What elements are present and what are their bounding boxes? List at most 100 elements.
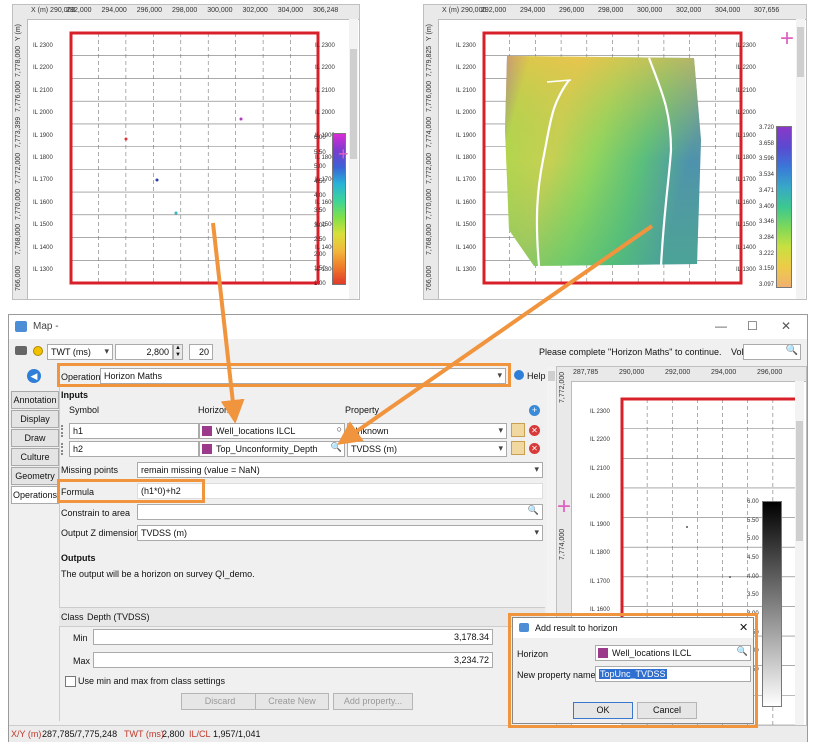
camera-icon[interactable] — [15, 346, 27, 355]
remove-row-icon[interactable]: ✕ — [529, 443, 540, 454]
horizon-icon — [202, 426, 212, 436]
x-tick-label: 307,656 — [754, 7, 780, 14]
map-canvas[interactable] — [28, 20, 346, 298]
constrain-input[interactable]: 🔍 — [137, 504, 543, 520]
property-value-1: Unknown — [351, 426, 389, 436]
search-icon[interactable]: 🔍 — [331, 442, 342, 453]
chevron-down-icon: ▾ — [534, 464, 539, 474]
colorbar-label: 5.50 — [747, 517, 759, 524]
colorbar-label: 4.50 — [314, 178, 326, 185]
add-row-icon[interactable]: + — [529, 405, 540, 416]
symbol-input-2[interactable]: h2 — [69, 441, 199, 457]
create-new-button[interactable]: Create New — [255, 693, 329, 710]
property-select-2[interactable]: TVDSS (m) ▾ — [347, 441, 507, 457]
il-label-right: IL 1600 — [736, 199, 756, 206]
chevron-down-icon: ▾ — [498, 425, 503, 435]
domain-value: TWT (ms) — [51, 347, 91, 357]
minimize-button[interactable]: — — [715, 319, 727, 333]
horizon-input-1[interactable]: Well_locations ILCL ○ — [199, 423, 345, 439]
y-tick-label: 7,774,000 — [559, 528, 566, 560]
symbol-input-1[interactable]: h1 — [69, 423, 199, 439]
x-tick-label: 306,248 — [313, 7, 339, 14]
colorbar-label: 6.00 — [747, 499, 759, 505]
il-label-left: IL 2100 — [456, 87, 476, 94]
y-tick-label: 7,772,000 — [559, 371, 566, 403]
y-tick-label: 7,768,000 — [426, 224, 433, 256]
outputs-description: The output will be a horizon on survey Q… — [61, 569, 255, 579]
tab-operations[interactable]: Operations — [11, 486, 59, 504]
remove-row-icon[interactable]: ✕ — [529, 425, 540, 436]
x-tick-label: 296,000 — [559, 7, 585, 14]
y-tick-label: 7,772,000 — [426, 152, 433, 184]
search-icon[interactable]: 🔍 — [528, 505, 539, 516]
x-tick-label: 302,000 — [676, 7, 702, 14]
map-canvas[interactable] — [439, 20, 759, 298]
tab-draw[interactable]: Draw — [11, 429, 59, 447]
maximize-button[interactable]: ☐ — [747, 319, 758, 333]
x-ruler: X (m) 290,000 292,000 294,000 296,000 298,00… — [424, 5, 806, 20]
missing-points-select[interactable]: remain missing (value = NaN) ▾ — [137, 462, 543, 478]
tab-annotation[interactable]: Annotation — [11, 391, 59, 409]
tab-culture[interactable]: Culture — [11, 448, 59, 466]
map-view-2[interactable]: X (m) 290,000 292,000 294,000 296,000 298,00… — [423, 4, 807, 300]
property-select-1[interactable]: Unknown ▾ — [347, 423, 507, 439]
scrollbar-vertical[interactable] — [796, 19, 805, 299]
y-tick-label: Y (m) — [426, 24, 433, 41]
help-icon[interactable] — [514, 370, 524, 380]
domain-select[interactable]: TWT (ms) ▾ — [47, 344, 113, 360]
x-tick-label: 302,000 — [242, 7, 268, 14]
il-label-left: IL 1800 — [456, 155, 476, 161]
title-bar[interactable]: Map - — ☐ ✕ — [9, 315, 807, 339]
tab-geometry[interactable]: Geometry — [11, 467, 59, 485]
time-value-input[interactable]: 2,800 — [115, 344, 173, 360]
y-tick-label: 766,000 — [15, 265, 22, 291]
y-tick-label: 7,768,000 — [15, 224, 22, 256]
x-tick-label: 296,000 — [136, 7, 163, 14]
il-label-left: IL 1500 — [33, 222, 53, 229]
help-link[interactable]: Help — [527, 371, 546, 381]
il-label-right: IL 2300 — [315, 43, 335, 49]
well-point — [124, 137, 128, 141]
discard-button[interactable]: Discard — [181, 693, 259, 710]
il-label-left: IL 1300 — [456, 267, 476, 273]
il-label-right: IL 2200 — [315, 65, 335, 72]
close-button[interactable]: ✕ — [781, 319, 791, 333]
x-tick-label: 294,000 — [711, 369, 737, 376]
il-label-left: IL 1800 — [33, 155, 53, 161]
twt-value: 2,800 — [162, 729, 185, 739]
il-label-left: IL 2200 — [33, 65, 53, 72]
scrollbar-vertical[interactable] — [349, 19, 358, 299]
il-label-left: IL 1700 — [456, 177, 476, 184]
il-label-right: IL 2100 — [736, 87, 756, 94]
drag-handle-icon[interactable] — [61, 443, 67, 455]
class-value[interactable]: Depth (TVDSS) — [87, 612, 150, 622]
crosshair-icon: + — [557, 493, 572, 520]
x-tick-label: 292,000 — [481, 7, 507, 14]
output-z-select[interactable]: TVDSS (m) ▾ — [137, 525, 543, 541]
y-tick-label: 7,774,000 — [426, 116, 433, 149]
il-label-left: IL 2100 — [33, 87, 53, 94]
il-label-left: IL 1800 — [590, 550, 610, 557]
back-icon[interactable]: ◀ — [27, 369, 41, 383]
il-label-left: IL 1900 — [590, 522, 610, 529]
max-input[interactable]: 3,234.72 — [93, 652, 493, 668]
il-label-right: IL 1400 — [736, 244, 756, 251]
x-tick-label: 294,000 — [520, 7, 546, 14]
il-label-left: IL 1600 — [33, 199, 53, 206]
edit-icon[interactable] — [511, 441, 525, 455]
drag-handle-icon[interactable] — [61, 425, 67, 437]
vol-search-input[interactable]: 🔍 — [743, 344, 801, 360]
horizon-input-2[interactable]: Top_Unconformity_Depth 🔍 — [199, 441, 345, 457]
il-label-right: IL 2000 — [315, 110, 335, 117]
add-property-button[interactable]: Add property... — [333, 693, 413, 710]
search-icon[interactable]: 🔍 — [786, 345, 798, 356]
step-input[interactable]: 20 — [189, 344, 213, 360]
map-view-1[interactable]: X (m) 290,000 292,000 294,000 296,000 298,00… — [12, 4, 360, 300]
tab-display[interactable]: Display — [11, 410, 59, 428]
min-input[interactable]: 3,178.34 — [93, 629, 493, 645]
edit-icon[interactable] — [511, 423, 525, 437]
search-icon[interactable]: ○ — [337, 424, 342, 434]
spin-buttons[interactable]: ▲ ▼ — [173, 344, 183, 360]
use-minmax-checkbox[interactable] — [65, 676, 76, 687]
scrollbar-vertical[interactable] — [795, 381, 804, 725]
